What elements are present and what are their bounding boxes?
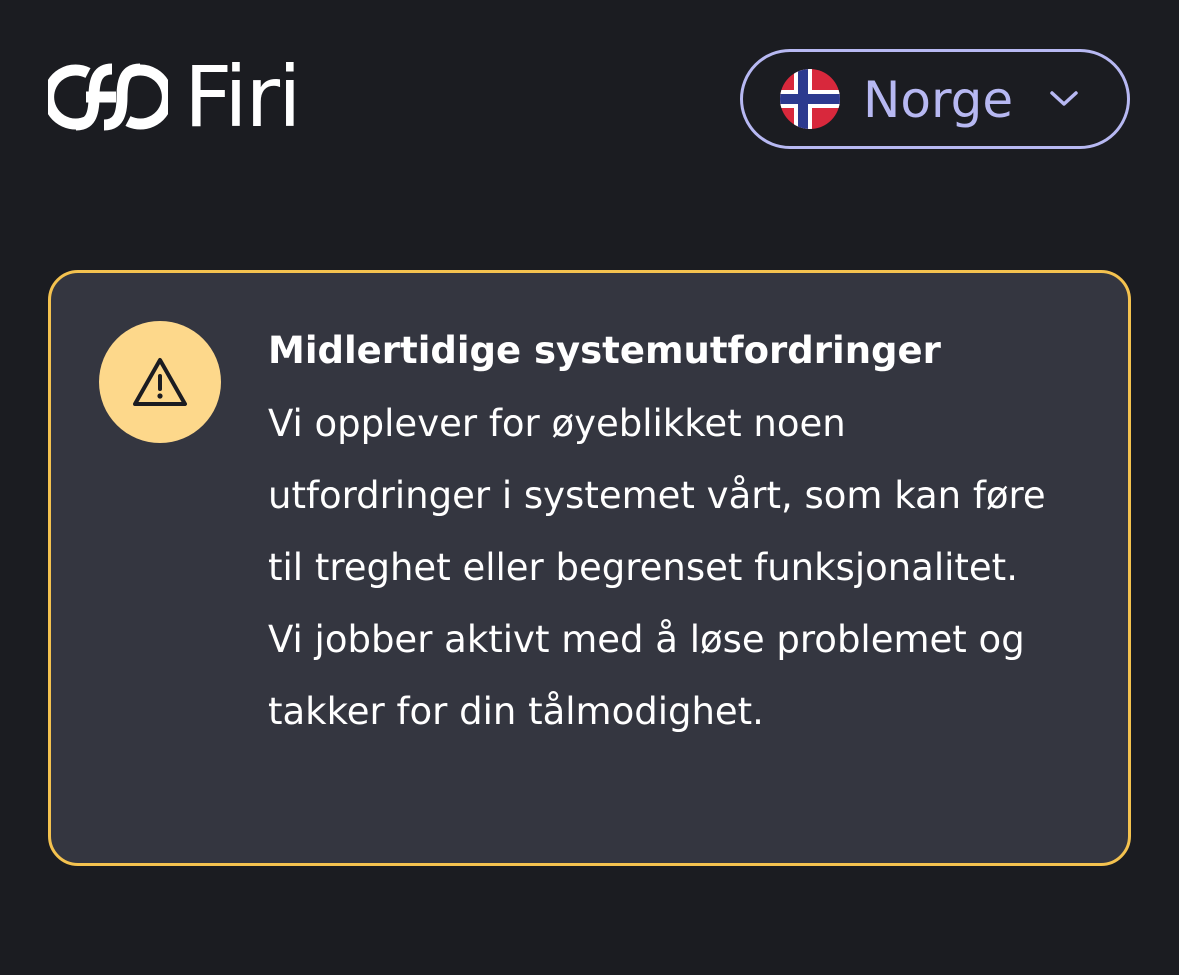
country-selector-button[interactable]: Norge: [740, 49, 1130, 149]
header: Firi Norge: [0, 0, 1179, 200]
alert-message: Vi opplever for øyeblikket noen utfordri…: [268, 402, 1046, 733]
brand-name: Firi: [184, 48, 301, 146]
system-alert: Midlertidige systemutfordringer Vi opple…: [48, 270, 1131, 866]
country-label: Norge: [863, 71, 1014, 129]
firi-logo-mark-icon: [48, 63, 168, 131]
warning-icon: [133, 358, 187, 406]
chevron-down-icon: [1050, 91, 1078, 106]
norway-flag-icon: [780, 69, 840, 129]
alert-title: Midlertidige systemutfordringer: [268, 329, 941, 372]
firi-logo[interactable]: Firi: [48, 48, 301, 146]
warning-badge: [99, 321, 221, 443]
